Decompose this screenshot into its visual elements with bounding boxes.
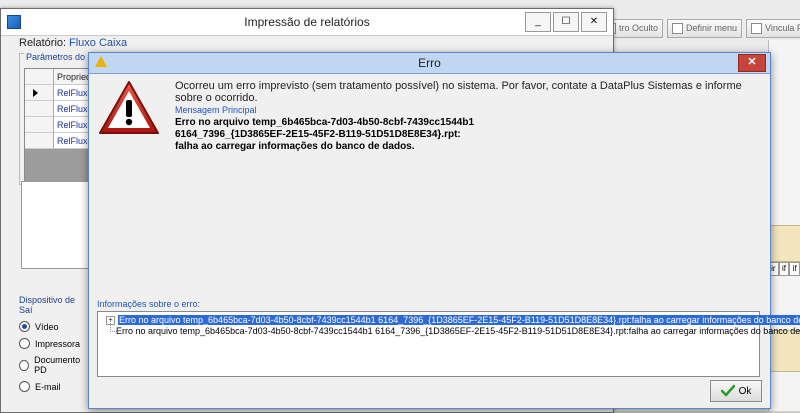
background-highlight-cell: [768, 225, 800, 262]
menu-icon: [672, 22, 684, 34]
error-info-label: Informações sobre o erro:: [97, 299, 201, 309]
error-info-tree[interactable]: + Erro no arquivo temp_6b465bca-7d03-4b50…: [97, 311, 800, 377]
tree-node-label[interactable]: Erro no arquivo temp_6b465bca-7d03-4b50-…: [118, 315, 800, 325]
error-warning-icon: [99, 81, 159, 134]
radio-button-icon[interactable]: [19, 381, 30, 392]
error-message: Ocorreu um erro imprevisto (sem tratamen…: [175, 80, 742, 104]
checkmark-icon: [720, 384, 735, 397]
preview-box: [21, 181, 93, 269]
report-titlebar[interactable]: Impressão de relatórios _ ☐ ✕: [1, 9, 613, 36]
radio-button-icon[interactable]: [19, 359, 30, 371]
link-icon: [751, 22, 763, 34]
maximize-button[interactable]: ☐: [553, 12, 579, 32]
tree-node[interactable]: Erro no arquivo temp_6b465bca-7d03-4b50-…: [116, 326, 800, 336]
current-row-arrow-icon: [33, 89, 38, 97]
vincula-form-button[interactable]: Vincula Form: [746, 18, 800, 38]
main-message-label: Mensagem Principal: [175, 105, 257, 115]
radio-documento-pdf[interactable]: Documento PD: [19, 355, 89, 375]
radio-button-icon[interactable]: [19, 338, 30, 349]
minimize-button[interactable]: _: [525, 12, 551, 32]
window-controls: _ ☐ ✕: [525, 12, 607, 32]
background-grid-header: ir if if: [768, 262, 800, 276]
radio-email[interactable]: E-mail: [19, 381, 89, 392]
report-value: Fluxo Caixa: [69, 37, 128, 49]
error-titlebar[interactable]: Erro ✕: [89, 53, 770, 74]
output-device-legend: Dispositivo de Saí: [19, 295, 76, 315]
close-button[interactable]: ✕: [581, 12, 607, 32]
tree-node[interactable]: + Erro no arquivo temp_6b465bca-7d03-4b50…: [106, 315, 800, 326]
ok-button[interactable]: Ok: [710, 380, 762, 402]
tree-node-label[interactable]: Erro no arquivo temp_6b465bca-7d03-4b50-…: [116, 326, 800, 336]
background-highlight-cell-lower: [768, 330, 800, 372]
output-device-group: Dispositivo de Saí Vídeo Impressora Docu…: [19, 295, 89, 395]
error-close-button[interactable]: ✕: [738, 54, 766, 72]
background-toolbar: tro Oculto Definir menu Vincula Form: [600, 18, 800, 38]
error-title: Erro: [418, 56, 441, 70]
report-window-title: Impressão de relatórios: [244, 15, 370, 29]
radio-video[interactable]: Vídeo: [19, 321, 89, 332]
definir-menu-button[interactable]: Definir menu: [667, 18, 743, 38]
ok-label: Ok: [738, 385, 752, 397]
radio-button-icon[interactable]: [19, 321, 30, 332]
error-dialog: Erro ✕ Ocorreu um erro imprevisto (sem t…: [88, 52, 800, 409]
report-label: Relatório:: [19, 37, 67, 49]
main-message-detail: Erro no arquivo temp_6b465bca-7d03-4b50-…: [175, 117, 475, 152]
radio-impressora[interactable]: Impressora: [19, 338, 89, 349]
